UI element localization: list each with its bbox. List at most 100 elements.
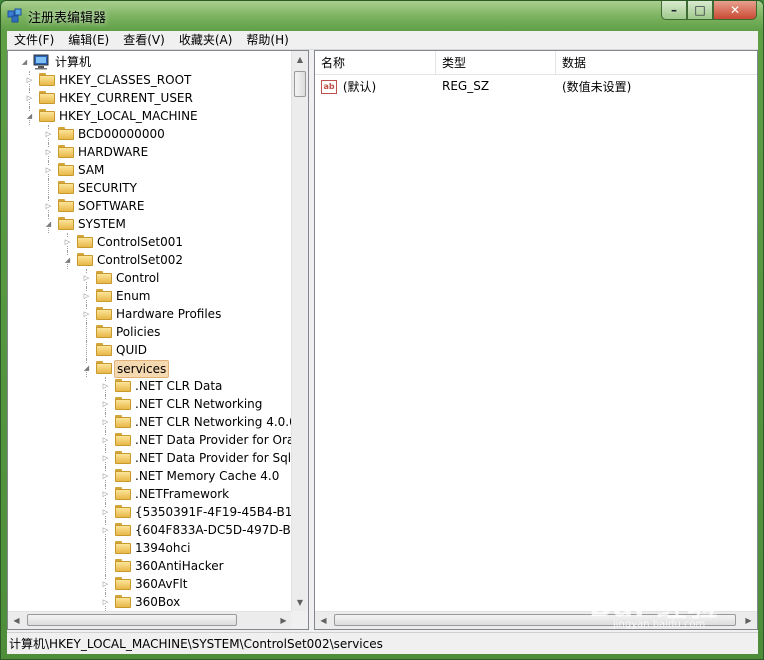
expand-arrow-icon[interactable]: ▷	[82, 309, 91, 318]
folder-icon	[96, 361, 112, 374]
tree-node[interactable]: ▷ .NETFramework	[8, 485, 292, 503]
value-name: (默认)	[342, 79, 377, 94]
expand-arrow-icon[interactable]: ▷	[44, 129, 53, 138]
tree-root-row[interactable]: ◢ 计算机	[8, 53, 208, 71]
collapse-arrow-icon[interactable]: ◢	[63, 255, 72, 264]
expand-arrow-icon[interactable]: ▷	[82, 273, 91, 282]
tree-node[interactable]: ▷ HKEY_CURRENT_USER	[8, 89, 292, 107]
expand-arrow-icon[interactable]: ▷	[101, 453, 110, 462]
registry-editor-window: 注册表编辑器 – □ ✕ 文件(F) 编辑(E) 查看(V) 收藏夹(A) 帮助…	[0, 0, 764, 660]
tree-node[interactable]: ▷ SOFTWARE	[8, 197, 292, 215]
maximize-button[interactable]: □	[687, 1, 713, 20]
tree-node-label: Policies	[116, 325, 161, 339]
folder-icon	[96, 343, 112, 356]
scroll-left-arrow-icon[interactable]: ◀	[315, 612, 332, 629]
expand-arrow-icon[interactable]: ▷	[82, 291, 91, 300]
tree-node-label: .NET CLR Networking 4.0.0.	[135, 415, 292, 429]
menu-favorites[interactable]: 收藏夹(A)	[172, 31, 240, 50]
tree-node[interactable]: ▷ Enum	[8, 287, 292, 305]
expand-arrow-icon[interactable]: ▷	[101, 579, 110, 588]
scroll-down-arrow-icon[interactable]: ▼	[292, 594, 308, 611]
expand-arrow-icon[interactable]: ▷	[63, 237, 72, 246]
expand-arrow-icon[interactable]: ▷	[44, 165, 53, 174]
tree-node[interactable]: ▷ BCD00000000	[8, 125, 292, 143]
menu-help[interactable]: 帮助(H)	[239, 31, 295, 50]
scroll-thumb[interactable]	[27, 614, 237, 626]
expand-arrow-icon[interactable]: ▷	[101, 489, 110, 498]
tree-node[interactable]: ▷ 360Box	[8, 593, 292, 611]
key-tree-pane[interactable]: ◢ 计算机 ▷ HKEY_CLASSES_ROOT ▷ HKEY_CURRENT_US…	[7, 50, 309, 630]
scroll-left-arrow-icon[interactable]: ◀	[8, 612, 25, 629]
column-name-header[interactable]: 名称	[315, 51, 436, 75]
scroll-thumb[interactable]	[294, 71, 306, 97]
tree-node[interactable]: 360AntiHacker	[8, 557, 292, 575]
tree-node-label: Enum	[116, 289, 151, 303]
collapse-arrow-icon[interactable]: ◢	[82, 363, 91, 372]
expand-arrow-icon[interactable]: ▷	[101, 381, 110, 390]
tree-node[interactable]: ▷ .NET Data Provider for SqlSe	[8, 449, 292, 467]
tree-node[interactable]: ▷ .NET CLR Data	[8, 377, 292, 395]
expand-arrow-icon[interactable]: ▷	[101, 507, 110, 516]
caption-buttons: – □ ✕	[661, 1, 757, 21]
collapse-arrow-icon[interactable]: ◢	[44, 219, 53, 228]
expand-arrow-icon[interactable]: ▷	[101, 417, 110, 426]
folder-icon	[115, 379, 131, 392]
values-list-pane[interactable]: 名称 类型 数据 ab (默认) REG_SZ (数值未设置) ◀ ▶	[314, 50, 758, 630]
collapse-arrow-icon[interactable]: ◢	[20, 57, 29, 66]
tree-connector-line	[86, 341, 87, 359]
tree-node[interactable]: ▷ Control	[8, 269, 292, 287]
tree-node[interactable]: ◢ services	[8, 359, 292, 378]
tree-node[interactable]: ▷ {604F833A-DC5D-497D-B2A	[8, 521, 292, 539]
tree-node[interactable]: SECURITY	[8, 179, 292, 197]
tree-node-label-selected: services	[114, 360, 170, 378]
tree-node[interactable]: ◢ SYSTEM	[8, 215, 292, 233]
tree-node-label: 1394ohci	[135, 541, 191, 555]
tree-node[interactable]: ▷ .NET Data Provider for Orac	[8, 431, 292, 449]
expand-arrow-icon[interactable]: ▷	[101, 435, 110, 444]
folder-icon	[115, 559, 131, 572]
list-header: 名称 类型 数据	[315, 51, 757, 75]
menu-edit[interactable]: 编辑(E)	[61, 31, 116, 50]
column-type-header[interactable]: 类型	[436, 51, 556, 75]
expand-arrow-icon[interactable]: ▷	[25, 93, 34, 102]
tree-node[interactable]: ▷ Hardware Profiles	[8, 305, 292, 323]
expand-arrow-icon[interactable]: ▷	[101, 399, 110, 408]
tree-vertical-scrollbar[interactable]: ▲ ▼	[291, 51, 308, 611]
tree-node[interactable]: ▷ {5350391F-4F19-45B4-B1BF-	[8, 503, 292, 521]
tree-node[interactable]: ▷ .NET Memory Cache 4.0	[8, 467, 292, 485]
menu-view[interactable]: 查看(V)	[116, 31, 172, 50]
tree-node-label: 360AvFlt	[135, 577, 188, 591]
tree-node-label: SOFTWARE	[78, 199, 145, 213]
collapse-arrow-icon[interactable]: ◢	[25, 111, 34, 120]
minimize-button[interactable]: –	[661, 1, 687, 20]
menu-file[interactable]: 文件(F)	[7, 31, 61, 50]
close-button[interactable]: ✕	[713, 1, 757, 20]
scroll-right-arrow-icon[interactable]: ▶	[740, 612, 757, 629]
scroll-right-arrow-icon[interactable]: ▶	[275, 612, 292, 629]
expand-arrow-icon[interactable]: ▷	[44, 147, 53, 156]
expand-arrow-icon[interactable]: ▷	[44, 201, 53, 210]
tree-node[interactable]: ◢ ControlSet002	[8, 251, 292, 269]
tree-node[interactable]: QUID	[8, 341, 292, 359]
expand-arrow-icon[interactable]: ▷	[101, 471, 110, 480]
tree-node[interactable]: ▷ HARDWARE	[8, 143, 292, 161]
column-data-header[interactable]: 数据	[556, 51, 757, 75]
tree-node[interactable]: ▷ ControlSet001	[8, 233, 292, 251]
tree-node[interactable]: ▷ SAM	[8, 161, 292, 179]
tree-node[interactable]: ▷ HKEY_CLASSES_ROOT	[8, 71, 292, 89]
tree-node[interactable]: Policies	[8, 323, 292, 341]
tree-node[interactable]: 1394ohci	[8, 539, 292, 557]
tree-node-label: ControlSet002	[97, 253, 183, 267]
tree-horizontal-scrollbar[interactable]: ◀ ▶	[8, 611, 292, 629]
list-row[interactable]: ab (默认) REG_SZ (数值未设置)	[315, 76, 757, 96]
tree-node[interactable]: ▷ .NET CLR Networking	[8, 395, 292, 413]
tree-node[interactable]: ▷ 360AvFlt	[8, 575, 292, 593]
tree-node[interactable]: ◢ HKEY_LOCAL_MACHINE	[8, 107, 292, 125]
string-value-icon: ab	[321, 80, 337, 94]
tree-node[interactable]: ▷ .NET CLR Networking 4.0.0.	[8, 413, 292, 431]
expand-arrow-icon[interactable]: ▷	[25, 75, 34, 84]
expand-arrow-icon[interactable]: ▷	[101, 525, 110, 534]
title-bar[interactable]: 注册表编辑器 – □ ✕	[1, 1, 763, 31]
scroll-up-arrow-icon[interactable]: ▲	[292, 51, 308, 68]
expand-arrow-icon[interactable]: ▷	[101, 597, 110, 606]
